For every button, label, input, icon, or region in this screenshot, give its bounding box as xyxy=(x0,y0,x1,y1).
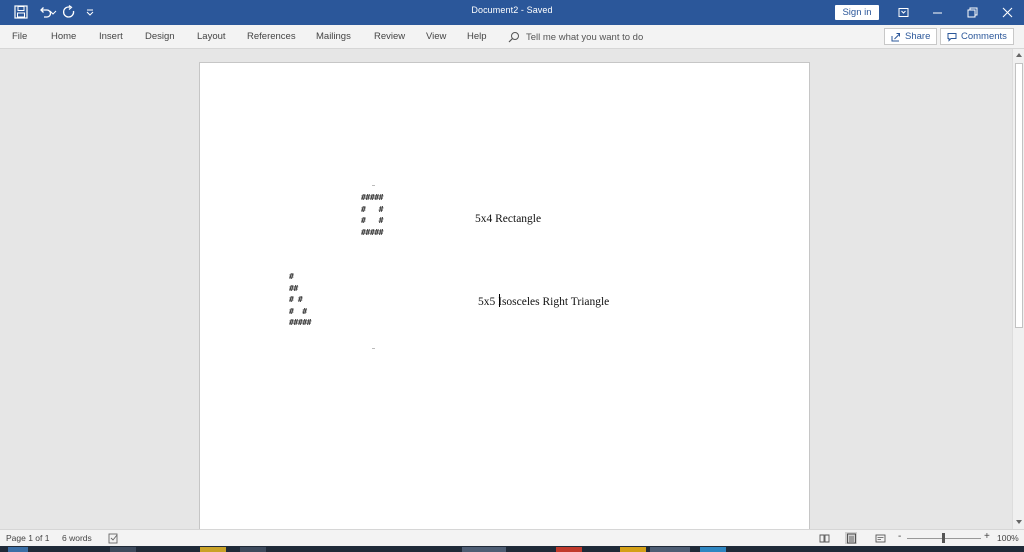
document-page[interactable]: ##### # # # # ##### 5x4 Rectangle # ## #… xyxy=(199,62,810,529)
word-count[interactable]: 6 words xyxy=(62,533,92,543)
tab-insert[interactable]: Insert xyxy=(99,31,123,42)
page-count[interactable]: Page 1 of 1 xyxy=(6,533,49,543)
anchor-mark xyxy=(372,348,375,349)
scroll-down-icon[interactable] xyxy=(1015,518,1023,526)
proofing-icon[interactable] xyxy=(107,532,119,544)
minimize-icon[interactable] xyxy=(920,0,954,25)
share-icon xyxy=(891,32,900,41)
share-label: Share xyxy=(905,31,931,42)
triangle-label: 5x5 Isosceles Right Triangle xyxy=(478,296,609,308)
tab-references[interactable]: References xyxy=(247,31,296,42)
rectangle-ascii-art: ##### # # # # ##### xyxy=(361,193,384,237)
taskbar-app-icon[interactable] xyxy=(556,547,582,552)
tab-home[interactable]: Home xyxy=(51,31,76,42)
rectangle-label: 5x4 Rectangle xyxy=(475,213,542,225)
zoom-in-button[interactable]: + xyxy=(984,531,990,542)
comments-button[interactable]: Comments xyxy=(940,28,1014,45)
share-button[interactable]: Share xyxy=(884,28,938,45)
triangle-label-size: 5x5 xyxy=(478,296,499,308)
scroll-thumb[interactable] xyxy=(1015,63,1023,328)
print-layout-icon[interactable] xyxy=(845,532,857,544)
scroll-up-icon[interactable] xyxy=(1015,51,1023,59)
taskbar-app-icon[interactable] xyxy=(700,547,726,552)
taskbar-app-icon[interactable] xyxy=(462,547,506,552)
vertical-scrollbar[interactable] xyxy=(1012,49,1024,529)
ribbon-display-options-icon[interactable] xyxy=(886,0,920,25)
triangle-ascii-art: # ## # # # # ##### xyxy=(289,272,312,327)
taskbar-app-icon[interactable] xyxy=(650,547,690,552)
taskbar-app-icon[interactable] xyxy=(620,547,646,552)
word-window: Document2 - Saved Sign in File Home Inse… xyxy=(0,0,1024,552)
taskbar-start-icon[interactable] xyxy=(8,547,28,552)
tab-help[interactable]: Help xyxy=(467,31,487,42)
tell-me-search[interactable]: Tell me what you want to do xyxy=(508,30,643,44)
taskbar-app-icon[interactable] xyxy=(110,547,136,552)
zoom-slider-thumb[interactable] xyxy=(942,533,945,543)
read-mode-icon[interactable] xyxy=(818,532,830,544)
tab-view[interactable]: View xyxy=(426,31,446,42)
ribbon-tabs: File Home Insert Design Layout Reference… xyxy=(0,25,1024,49)
sign-in-button[interactable]: Sign in xyxy=(835,5,879,20)
web-layout-icon[interactable] xyxy=(874,532,886,544)
tell-me-text: Tell me what you want to do xyxy=(526,31,644,43)
title-bar: Document2 - Saved Sign in xyxy=(0,0,1024,25)
status-bar: Page 1 of 1 6 words - + 100% xyxy=(0,529,1024,546)
anchor-mark xyxy=(372,185,375,186)
triangle-label-name: Isosceles Right Triangle xyxy=(498,296,610,308)
zoom-level[interactable]: 100% xyxy=(997,533,1019,543)
taskbar-app-icon[interactable] xyxy=(240,547,266,552)
taskbar-app-icon[interactable] xyxy=(200,547,226,552)
document-canvas: ##### # # # # ##### 5x4 Rectangle # ## #… xyxy=(0,49,1012,529)
comments-label: Comments xyxy=(961,31,1007,42)
os-taskbar xyxy=(0,546,1024,552)
zoom-out-button[interactable]: - xyxy=(898,531,901,542)
restore-icon[interactable] xyxy=(955,0,989,25)
tab-review[interactable]: Review xyxy=(374,31,405,42)
text-cursor xyxy=(499,294,500,307)
close-icon[interactable] xyxy=(990,0,1024,25)
tab-design[interactable]: Design xyxy=(145,31,175,42)
tab-layout[interactable]: Layout xyxy=(197,31,226,42)
comment-icon xyxy=(947,32,957,42)
tab-file[interactable]: File xyxy=(12,31,27,42)
tab-mailings[interactable]: Mailings xyxy=(316,31,351,42)
lightbulb-search-icon xyxy=(508,32,519,43)
